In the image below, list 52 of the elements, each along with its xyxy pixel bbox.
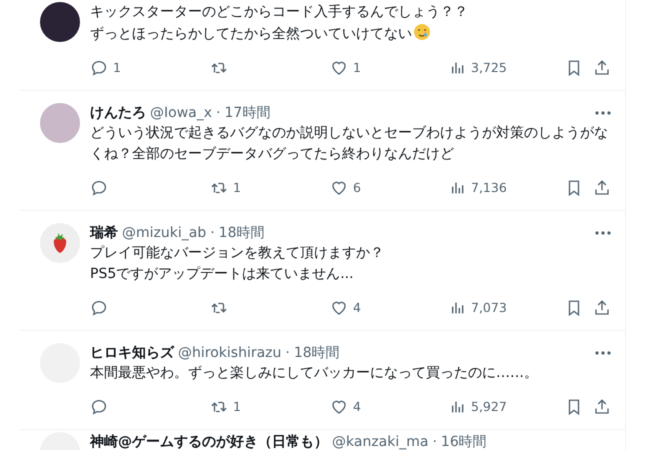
heart-icon[interactable] bbox=[330, 398, 348, 416]
heart-icon[interactable] bbox=[330, 58, 348, 76]
like-count: 6 bbox=[353, 179, 361, 197]
strawberry-avatar[interactable] bbox=[40, 223, 80, 263]
post-time[interactable]: 18時間 bbox=[294, 343, 340, 363]
user-handle[interactable]: @mizuki_ab bbox=[122, 223, 206, 243]
reply-count: 1 bbox=[113, 59, 121, 77]
separator-dot: · bbox=[285, 344, 290, 363]
bar-chart-icon[interactable] bbox=[450, 180, 466, 196]
bar-chart-icon[interactable] bbox=[450, 300, 466, 316]
post-text: 本間最悪やわ。ずっと楽しみにしてバッカーになって買ったのに……。 bbox=[90, 364, 539, 383]
heart-icon[interactable] bbox=[330, 178, 348, 196]
separator-dot: · bbox=[432, 433, 437, 450]
user-name[interactable]: 神崎@ゲームするのが好き（日常も） bbox=[90, 432, 328, 450]
reply-icon[interactable] bbox=[90, 58, 108, 76]
views-count: 7,136 bbox=[471, 179, 507, 197]
share-icon[interactable] bbox=[593, 398, 611, 416]
post-time[interactable]: 17時間 bbox=[224, 103, 270, 123]
user-name[interactable]: けんたろ bbox=[90, 103, 146, 123]
bar-chart-icon[interactable] bbox=[450, 60, 466, 76]
more-options-icon[interactable] bbox=[595, 231, 611, 235]
views-count: 7,073 bbox=[471, 299, 507, 317]
user-name[interactable]: ヒロキ知らズ bbox=[90, 343, 174, 363]
retweet-count: 1 bbox=[233, 398, 241, 416]
bar-chart-icon[interactable] bbox=[450, 398, 466, 414]
share-icon[interactable] bbox=[593, 178, 611, 196]
separator-dot: · bbox=[216, 104, 220, 123]
post-text: どういう状況で起きるバグなのか説明しないとセーブわけようが対策のしようがなくね？全部のセーブデータバグってたら終わりなんだけど bbox=[90, 124, 609, 164]
post-text: キックスターターのどこからコード入手するんでしょう？？ ずっとほったらかしてたから全然ついていけてない bbox=[90, 3, 469, 44]
post-text: プレイ可能なバージョンを教えて頂けますか？ PS5ですがアップデートは来ていません... bbox=[90, 244, 385, 284]
reply-icon[interactable] bbox=[90, 178, 108, 196]
share-icon[interactable] bbox=[593, 58, 611, 76]
reply-icon[interactable] bbox=[90, 398, 108, 416]
user-handle[interactable]: @hirokishirazu bbox=[178, 343, 282, 363]
post-time[interactable]: 16時間 bbox=[440, 432, 487, 450]
user-name[interactable]: 瑞希 bbox=[90, 223, 118, 243]
like-count: 1 bbox=[353, 59, 361, 77]
user-handle[interactable]: @Iowa_x bbox=[150, 103, 212, 123]
retweet-count: 1 bbox=[233, 179, 241, 197]
post-time[interactable]: 18時間 bbox=[218, 223, 264, 243]
heart-icon[interactable] bbox=[330, 298, 348, 316]
views-count: 5,927 bbox=[471, 398, 507, 416]
share-icon[interactable] bbox=[593, 298, 611, 316]
user-handle[interactable]: @kanzaki_ma bbox=[332, 432, 428, 450]
more-options-icon[interactable] bbox=[595, 111, 611, 115]
views-count: 3,725 bbox=[471, 59, 507, 77]
reply-icon[interactable] bbox=[90, 298, 108, 316]
more-options-icon[interactable] bbox=[595, 351, 611, 355]
like-count: 4 bbox=[353, 299, 361, 317]
like-count: 4 bbox=[353, 398, 361, 416]
avatar[interactable] bbox=[40, 2, 80, 42]
separator-dot: · bbox=[210, 224, 215, 243]
